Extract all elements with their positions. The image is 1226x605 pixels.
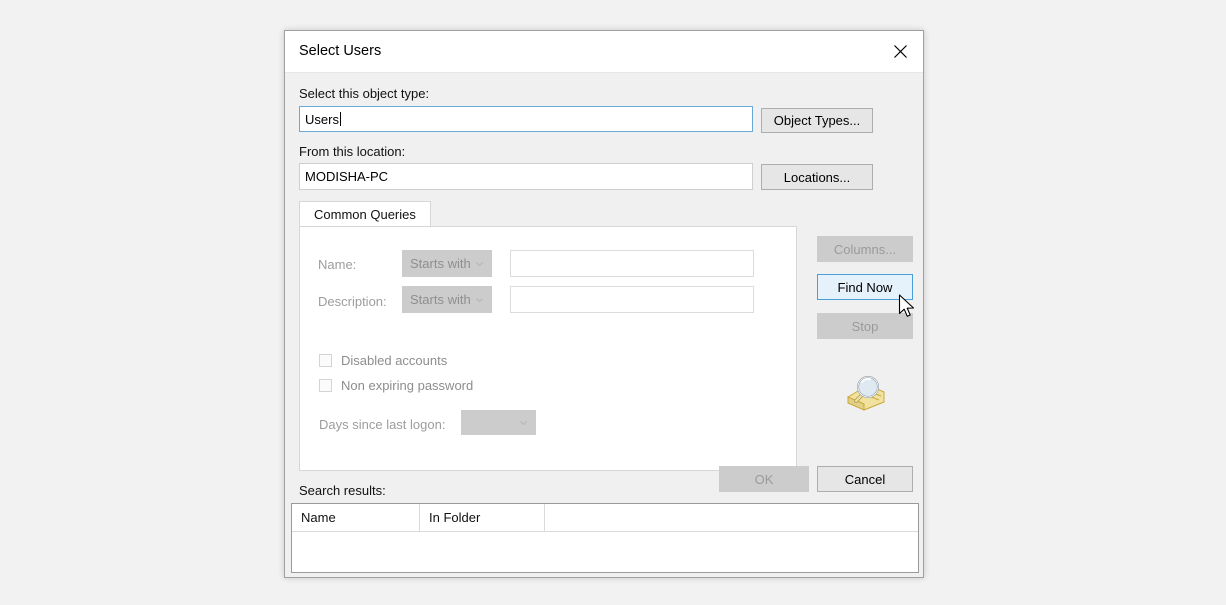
chevron-down-icon [476, 297, 483, 302]
name-operator-value: Starts with [410, 256, 471, 271]
disabled-accounts-label: Disabled accounts [341, 353, 448, 368]
text-caret [339, 112, 341, 126]
tab-strip: Common Queries [299, 201, 797, 227]
column-header-name[interactable]: Name [292, 504, 420, 531]
object-types-button[interactable]: Object Types... [761, 108, 873, 133]
common-queries-panel: Name: Starts with Description: Starts wi… [299, 226, 797, 471]
disabled-accounts-checkbox[interactable] [319, 354, 332, 367]
description-label: Description: [318, 294, 387, 309]
search-results-list[interactable]: Name In Folder [291, 503, 919, 573]
name-operator-select[interactable]: Starts with [402, 250, 492, 277]
column-header-in-folder[interactable]: In Folder [420, 504, 545, 531]
non-expiring-password-label: Non expiring password [341, 378, 474, 393]
chevron-down-icon [476, 261, 483, 266]
name-value-input[interactable] [510, 250, 754, 277]
find-now-button[interactable]: Find Now [817, 274, 913, 300]
select-users-dialog: Select Users Select this object type: Us… [284, 30, 924, 578]
close-icon[interactable] [877, 31, 923, 72]
search-magnifier-icon [834, 371, 890, 415]
location-input-value: MODISHA-PC [305, 169, 389, 184]
location-input[interactable]: MODISHA-PC [299, 163, 753, 190]
disabled-accounts-checkbox-row[interactable]: Disabled accounts [319, 353, 447, 368]
description-operator-value: Starts with [410, 292, 471, 307]
non-expiring-password-checkbox[interactable] [319, 379, 332, 392]
tab-common-queries[interactable]: Common Queries [299, 201, 431, 227]
days-since-last-logon-label: Days since last logon: [319, 417, 446, 432]
results-list-header: Name In Folder [292, 504, 918, 532]
search-results-label: Search results: [299, 483, 386, 498]
cancel-button[interactable]: Cancel [817, 466, 913, 492]
locations-button[interactable]: Locations... [761, 164, 873, 190]
days-since-last-logon-select[interactable] [461, 410, 536, 435]
object-type-input-value: Users [305, 111, 339, 127]
object-type-input[interactable]: Users [299, 106, 753, 132]
stop-button[interactable]: Stop [817, 313, 913, 339]
object-type-label: Select this object type: [299, 86, 430, 101]
location-label: From this location: [299, 144, 406, 159]
dialog-title: Select Users [299, 43, 382, 59]
ok-button[interactable]: OK [719, 466, 809, 492]
non-expiring-password-checkbox-row[interactable]: Non expiring password [319, 378, 473, 393]
columns-button[interactable]: Columns... [817, 236, 913, 262]
name-label: Name: [318, 257, 357, 272]
dialog-titlebar: Select Users [285, 31, 923, 73]
description-value-input[interactable] [510, 286, 754, 313]
chevron-down-icon [520, 420, 527, 425]
description-operator-select[interactable]: Starts with [402, 286, 492, 313]
